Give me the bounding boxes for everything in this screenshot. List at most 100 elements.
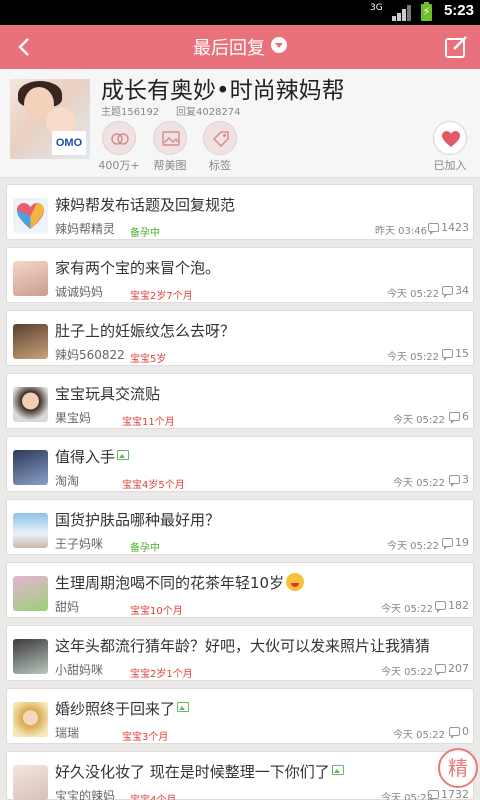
tags-button[interactable]	[203, 121, 237, 155]
comment-icon	[449, 727, 460, 739]
topic-time: 今天 05:22	[393, 415, 445, 426]
topic-author: 诚诚妈妈	[55, 285, 104, 299]
topic-title: 国货护肤品哪种最好用？	[55, 511, 221, 529]
author-avatar	[13, 639, 48, 674]
network-type: 3G	[370, 3, 383, 13]
comment-icon	[435, 664, 446, 676]
smiley-icon	[286, 573, 305, 591]
title-bar: 最后回复	[0, 25, 480, 69]
compose-button[interactable]	[442, 33, 470, 61]
topic-time: 今天 05:22	[387, 352, 439, 363]
clock: 5:23	[443, 2, 474, 19]
sort-dropdown[interactable]: 最后回复	[0, 34, 480, 60]
topic-row[interactable]: 辣妈帮发布话题及回复规范 辣妈帮精灵 备孕中 昨天 03:46 1423	[6, 184, 474, 240]
chevron-down-icon	[271, 37, 287, 53]
topic-row[interactable]: 肚子上的妊娠纹怎么去呀？ 辣妈560822 宝宝5岁 今天 05:22 15	[6, 310, 474, 366]
topic-row[interactable]: 值得入手 淘淘 宝宝4岁5个月 今天 05:22 3	[6, 436, 474, 492]
reply-count: 6	[449, 410, 469, 424]
topic-author: 辣妈帮精灵	[55, 222, 116, 236]
members-button[interactable]	[102, 121, 136, 155]
reply-count: 0	[449, 725, 469, 739]
forum-header: OMO 成长有奥妙•时尚辣妈帮 主题156192 回复4028274 400万+…	[0, 69, 480, 178]
status-bar: 3G ⚡ 5:23	[0, 0, 480, 25]
topic-row[interactable]: 好久没化妆了 现在是时候整理一下你们了 宝宝的辣妈 宝宝4个月 今天 05:22…	[6, 751, 474, 800]
comment-icon	[428, 790, 439, 800]
comment-icon	[449, 412, 460, 424]
forum-name: 成长有奥妙•时尚辣妈帮	[101, 78, 345, 104]
topic-time: 今天 05:22	[381, 667, 433, 678]
reply-count: 182	[435, 599, 469, 613]
comment-icon	[435, 601, 446, 613]
topic-row[interactable]: 国货护肤品哪种最好用？ 王子妈咪 备孕中 今天 05:22 19	[6, 499, 474, 555]
topic-time: 今天 05:22	[381, 604, 433, 615]
author-avatar	[13, 324, 48, 359]
comment-icon	[442, 349, 453, 361]
topic-title: 生理周期泡喝不同的花茶年轻10岁	[55, 572, 465, 593]
author-avatar	[13, 702, 48, 737]
omo-logo: OMO	[52, 131, 86, 155]
reply-count: 19	[442, 536, 469, 550]
author-avatar	[13, 387, 48, 422]
heart-icon	[442, 131, 460, 147]
topic-title: 肚子上的妊娠纹怎么去呀？	[55, 322, 236, 340]
status-badge: 宝宝2岁7个月	[130, 291, 193, 302]
image-icon	[331, 765, 344, 775]
topic-title: 辣妈帮发布话题及回复规范	[55, 196, 236, 214]
reply-count: 回复4028274	[176, 107, 241, 118]
reply-count: 15	[442, 347, 469, 361]
topic-title: 好久没化妆了 现在是时候整理一下你们了	[55, 761, 465, 782]
image-icon	[162, 131, 180, 146]
comment-icon	[428, 223, 439, 235]
joined-button[interactable]	[433, 121, 467, 155]
joined-label: 已加入	[433, 159, 467, 172]
reply-count: 3	[449, 473, 469, 487]
image-icon	[117, 450, 130, 460]
author-avatar	[13, 513, 48, 548]
author-avatar	[13, 576, 48, 611]
topic-author: 王子妈咪	[55, 537, 104, 551]
reply-count: 34	[442, 284, 469, 298]
status-badge: 宝宝10个月	[130, 606, 183, 617]
status-badge: 宝宝3个月	[122, 732, 169, 743]
comment-icon	[449, 475, 460, 487]
page-title: 最后回复	[193, 38, 265, 59]
battery-icon: ⚡	[421, 2, 432, 21]
status-badge: 宝宝11个月	[122, 417, 175, 428]
signal-icon	[392, 5, 412, 21]
author-avatar	[13, 198, 48, 233]
comment-icon	[442, 286, 453, 298]
topic-time: 今天 05:22	[393, 730, 445, 741]
topic-title: 宝宝玩具交流贴	[55, 385, 161, 403]
members-icon	[111, 133, 129, 145]
topic-time: 今天 05:22	[387, 289, 439, 300]
reply-count: 1423	[428, 221, 469, 235]
topic-title: 值得入手	[55, 446, 465, 467]
topic-title: 家有两个宝的来冒个泡。	[55, 259, 221, 277]
topic-time: 今天 05:22	[393, 478, 445, 489]
image-icon	[177, 702, 190, 712]
reply-count: 207	[435, 662, 469, 676]
topic-author: 果宝妈	[55, 411, 92, 425]
topic-time: 今天 05:22	[381, 793, 433, 800]
topic-author: 瑞瑞	[55, 726, 80, 740]
status-badge: 备孕中	[130, 228, 160, 239]
topic-row[interactable]: 宝宝玩具交流贴 果宝妈 宝宝11个月 今天 05:22 6	[6, 373, 474, 429]
topic-author: 小甜妈咪	[55, 663, 104, 677]
tags-label: 标签	[209, 159, 231, 172]
comment-icon	[442, 538, 453, 550]
photos-button[interactable]	[153, 121, 187, 155]
edit-icon	[445, 36, 467, 58]
topic-row[interactable]: 这年头都流行猜年龄？好吧，大伙可以发来照片让我猜猜 小甜妈咪 宝宝2岁1个月 今…	[6, 625, 474, 681]
topic-row[interactable]: 婚纱照终于回来了 瑞瑞 宝宝3个月 今天 05:22 0	[6, 688, 474, 744]
author-avatar	[13, 450, 48, 485]
forum-avatar: OMO	[10, 79, 90, 159]
topic-author: 甜妈	[55, 600, 80, 614]
topic-row[interactable]: 家有两个宝的来冒个泡。 诚诚妈妈 宝宝2岁7个月 今天 05:22 34	[6, 247, 474, 303]
status-badge: 宝宝5岁	[130, 354, 167, 365]
topic-row[interactable]: 生理周期泡喝不同的花茶年轻10岁 甜妈 宝宝10个月 今天 05:22 182	[6, 562, 474, 618]
essence-stamp-icon: 精	[438, 748, 478, 788]
status-badge: 宝宝2岁1个月	[130, 669, 193, 680]
status-badge: 宝宝4岁5个月	[122, 480, 185, 491]
status-badge: 备孕中	[130, 543, 160, 554]
topic-author: 淘淘	[55, 474, 80, 488]
